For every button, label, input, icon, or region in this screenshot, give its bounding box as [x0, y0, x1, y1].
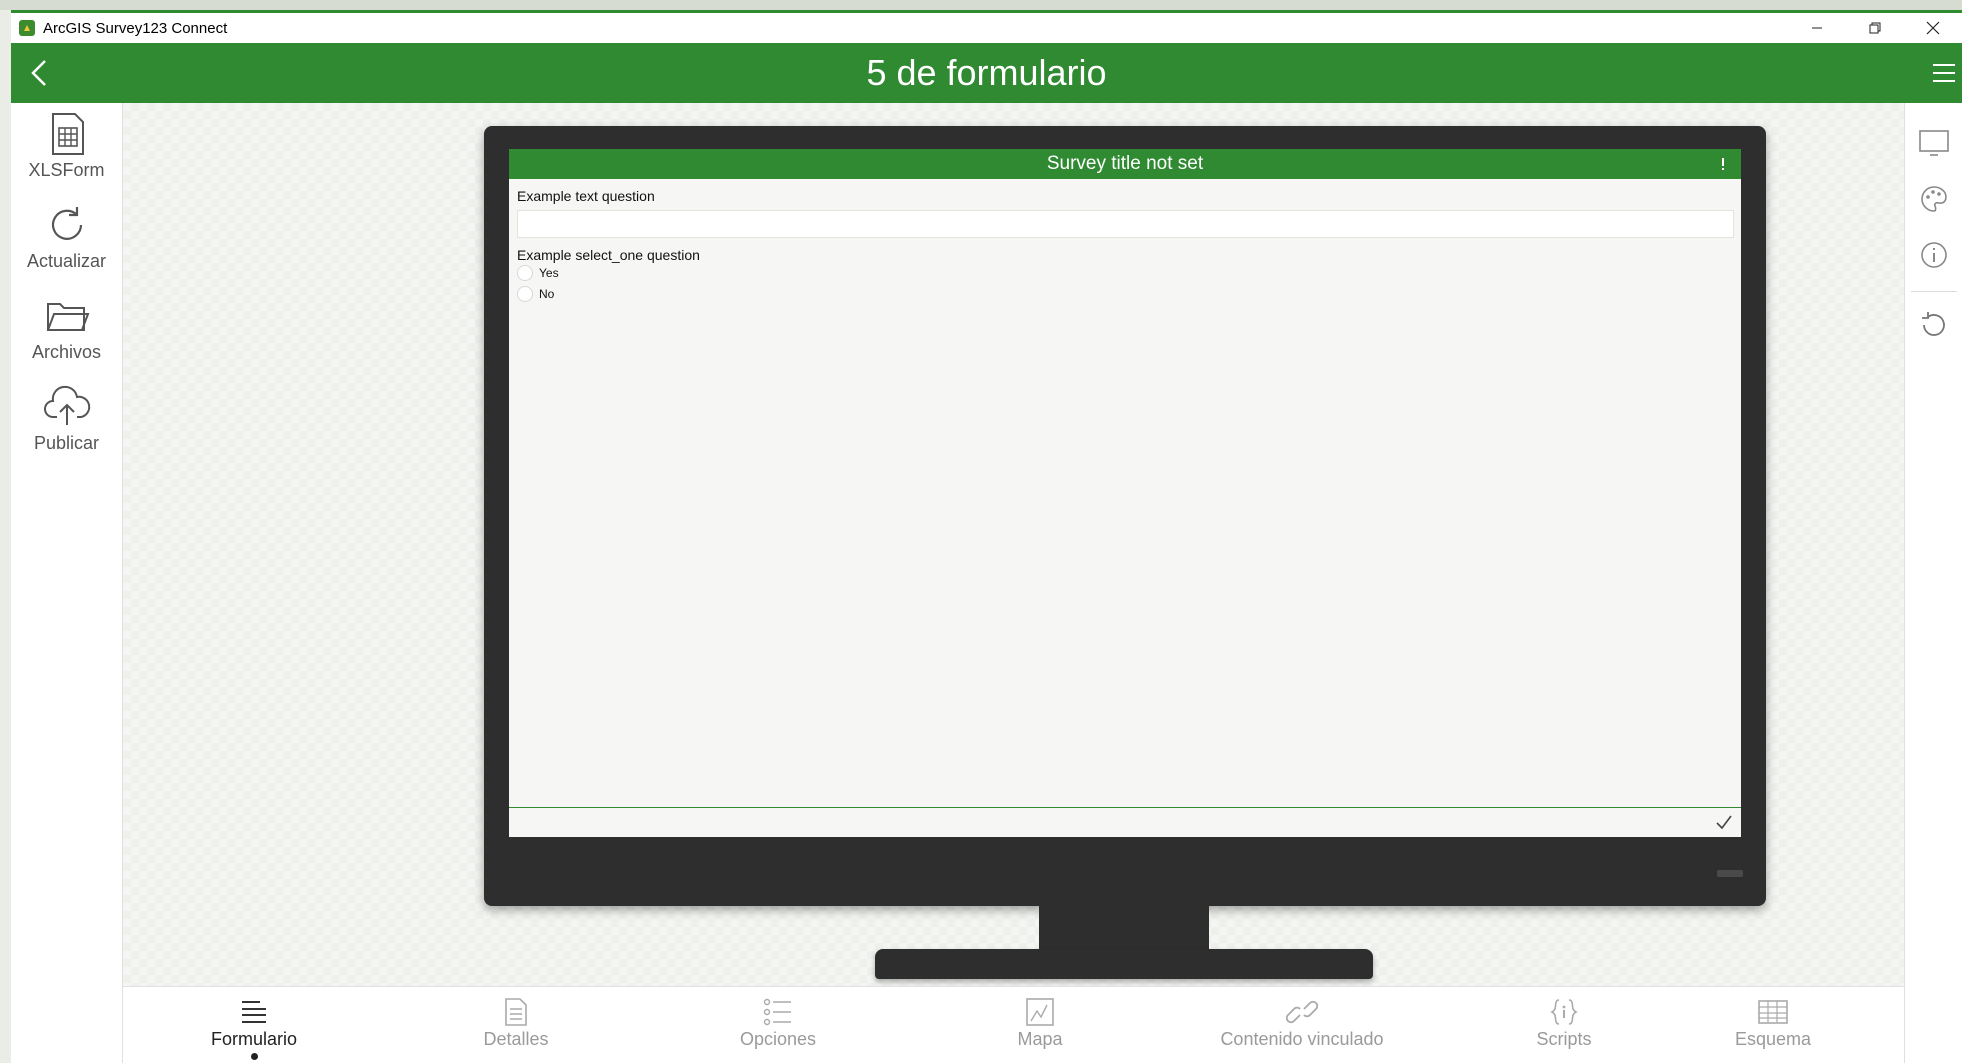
folder-icon	[46, 303, 89, 331]
table-icon	[1758, 1000, 1788, 1024]
radio-option-label: No	[539, 287, 555, 301]
select-question-label: Example select_one question	[517, 247, 700, 263]
map-icon	[1026, 998, 1054, 1026]
list-options-icon	[763, 998, 791, 1026]
link-icon	[1286, 1000, 1318, 1024]
left-sidebar: XLSForm Actualizar Archivos Publicar	[11, 103, 123, 1063]
spreadsheet-icon	[51, 113, 84, 155]
app-header: 5 de formulario	[11, 43, 1962, 103]
radio-button[interactable]	[517, 286, 533, 302]
tab-formulario[interactable]: Formulario	[123, 997, 385, 1060]
xlsform-label: XLSForm	[28, 160, 105, 180]
xlsform-button[interactable]: XLSForm	[11, 112, 122, 198]
right-toolbar	[1904, 103, 1962, 1063]
radio-option-no[interactable]: No	[517, 286, 554, 302]
text-question-input[interactable]	[517, 210, 1734, 238]
tab-detalles[interactable]: Detalles	[385, 997, 647, 1050]
monitor-stand-neck	[1039, 906, 1209, 954]
tab-label: Contenido vinculado	[1220, 1029, 1384, 1049]
radio-option-label: Yes	[539, 266, 559, 280]
actualizar-label: Actualizar	[26, 251, 107, 271]
archivos-button[interactable]: Archivos	[11, 294, 122, 380]
preview-canvas: Survey title not set Example text questi…	[123, 103, 1904, 986]
toolbar-divider	[1911, 291, 1957, 292]
archivos-label: Archivos	[31, 342, 102, 362]
tab-label: Esquema	[1734, 1029, 1812, 1049]
tab-label: Opciones	[739, 1029, 817, 1049]
desktop-background	[0, 0, 1962, 10]
app-window: ArcGIS Survey123 Connect 5 de formulario…	[11, 10, 1962, 1063]
minimize-icon	[1812, 27, 1822, 29]
monitor-stand-base	[875, 949, 1373, 979]
tab-contenido-vinculado[interactable]: Contenido vinculado	[1171, 997, 1433, 1050]
close-icon	[1926, 21, 1940, 35]
radio-option-yes[interactable]: Yes	[517, 265, 559, 281]
monitor-power-light	[1717, 870, 1743, 877]
tab-label: Formulario	[210, 1029, 298, 1049]
survey-title: Survey title not set	[1046, 153, 1204, 174]
monitor-frame: Survey title not set Example text questi…	[484, 126, 1766, 906]
radio-button[interactable]	[517, 265, 533, 281]
cloud-upload-icon	[43, 385, 90, 425]
restore-button[interactable]	[1846, 13, 1904, 43]
reset-icon[interactable]	[1918, 309, 1950, 341]
window-title: ArcGIS Survey123 Connect	[43, 19, 228, 37]
hamburger-menu-icon	[1933, 64, 1955, 82]
tab-mapa[interactable]: Mapa	[909, 997, 1171, 1050]
page-title: 5 de formulario	[866, 52, 1107, 93]
info-icon[interactable]	[1918, 239, 1950, 271]
title-bar: ArcGIS Survey123 Connect	[11, 13, 1962, 43]
tab-esquema[interactable]: Esquema	[1642, 997, 1904, 1050]
warning-icon[interactable]	[1715, 156, 1731, 172]
monitor-icon[interactable]	[1918, 127, 1950, 159]
active-tab-indicator	[250, 1053, 258, 1060]
survey-footer-divider	[509, 807, 1741, 808]
survey-preview-screen: Survey title not set Example text questi…	[509, 149, 1741, 837]
refresh-icon	[51, 207, 82, 240]
publicar-label: Publicar	[33, 433, 100, 453]
braces-icon	[1550, 999, 1578, 1025]
restore-icon	[1869, 22, 1881, 34]
close-button[interactable]	[1904, 13, 1962, 43]
menu-button[interactable]	[1928, 59, 1958, 87]
minimize-button[interactable]	[1788, 13, 1846, 43]
document-icon	[505, 998, 527, 1026]
text-question-label: Example text question	[517, 188, 655, 204]
tab-label: Mapa	[1017, 1029, 1063, 1049]
tab-opciones[interactable]: Opciones	[647, 997, 909, 1050]
publicar-button[interactable]: Publicar	[11, 385, 122, 471]
actualizar-button[interactable]: Actualizar	[11, 203, 122, 289]
tab-label: Detalles	[483, 1029, 549, 1049]
app-logo-icon	[19, 20, 35, 36]
submit-check-icon[interactable]	[1715, 813, 1733, 831]
survey-header: Survey title not set	[509, 149, 1741, 179]
bottom-tab-bar: Formulario Detalles Opciones Mapa Conten…	[123, 986, 1904, 1063]
palette-icon[interactable]	[1918, 183, 1950, 215]
form-icon	[242, 1001, 266, 1023]
